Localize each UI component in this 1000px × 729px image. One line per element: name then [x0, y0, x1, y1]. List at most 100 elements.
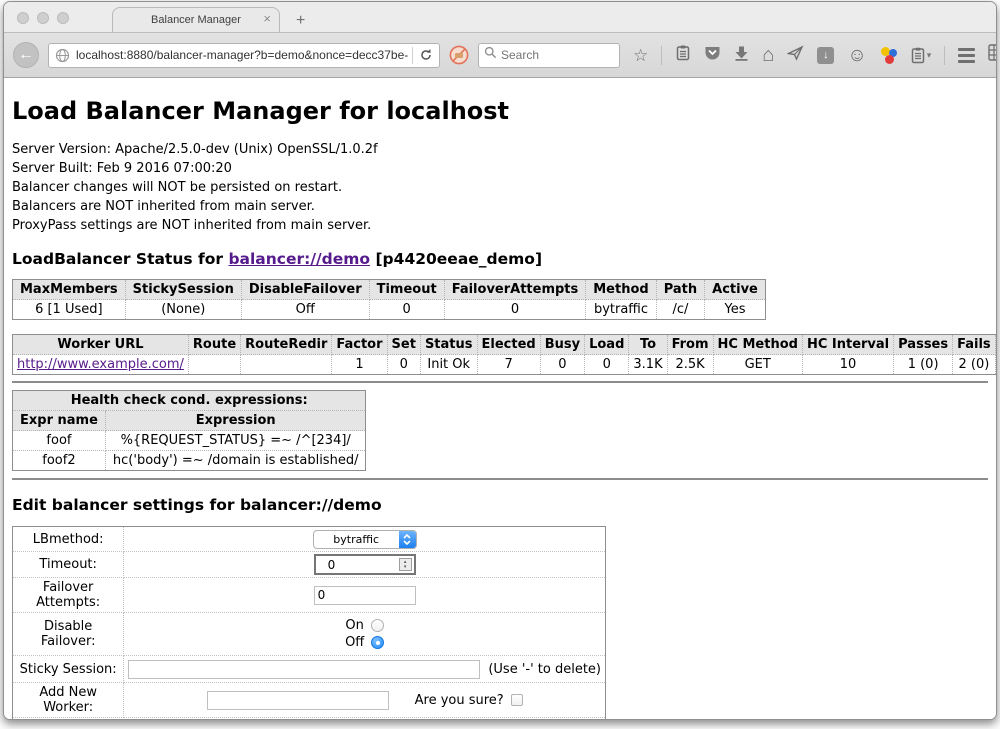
col-method: Method — [586, 280, 656, 300]
globe-icon — [53, 46, 71, 64]
val-routeredir — [241, 355, 332, 375]
sticky-session-label: Sticky Session: — [13, 656, 124, 683]
pocket-icon[interactable] — [704, 45, 721, 66]
minimize-window-button[interactable] — [37, 12, 49, 24]
navigation-toolbar: ← localhost:8880/balancer-manager?b=demo… — [4, 32, 996, 78]
chevron-down-icon[interactable]: ▾ — [927, 50, 932, 61]
url-bar[interactable]: localhost:8880/balancer-manager?b=demo&n… — [48, 43, 440, 68]
health-table-row-foof2: foof2 hc('body') =~ /domain is establish… — [13, 451, 366, 471]
section-divider-2 — [12, 478, 988, 480]
val-disablefailover: Off — [241, 300, 369, 320]
bookmarks-menu-icon[interactable] — [675, 44, 691, 66]
val-maxmembers: 6 [1 Used] — [13, 300, 126, 320]
failover-attempts-row: Failover Attempts: — [13, 578, 606, 613]
col-stickysession: StickySession — [125, 280, 241, 300]
val-to: 3.1K — [629, 355, 667, 375]
failover-attempts-input[interactable] — [314, 586, 416, 605]
col-timeout: Timeout — [369, 280, 444, 300]
col-failoverattempts: FailoverAttempts — [444, 280, 586, 300]
status-heading-prefix: LoadBalancer Status for — [12, 250, 228, 268]
toolbar-separator — [661, 46, 662, 65]
search-input[interactable] — [501, 48, 601, 62]
number-spinner-icon[interactable]: ▴▾ — [399, 558, 412, 571]
col-to: To — [629, 335, 667, 355]
col-set: Set — [387, 335, 420, 355]
lbmethod-row: LBmethod: bytraffic — [13, 527, 606, 552]
menu-icon[interactable] — [958, 48, 975, 63]
new-tab-button[interactable]: + — [290, 12, 311, 30]
hello-smiley-icon[interactable]: ☺ — [847, 47, 866, 64]
val-fails: 2 (0) — [953, 355, 996, 375]
tab-balancer-manager[interactable]: Balancer Manager × — [112, 7, 280, 32]
are-you-sure-checkbox[interactable] — [511, 694, 523, 706]
search-icon — [484, 46, 497, 64]
col-hc-interval: HC Interval — [802, 335, 893, 355]
content-blocked-icon[interactable] — [449, 45, 469, 65]
sticky-session-input[interactable] — [128, 660, 480, 679]
val-expr-name-2: foof2 — [13, 451, 106, 471]
page-title: Load Balancer Manager for localhost — [12, 78, 988, 125]
col-hc-method: HC Method — [713, 335, 802, 355]
edit-balancer-form: LBmethod: bytraffic Timeout: — [12, 526, 606, 719]
val-from: 2.5K — [667, 355, 713, 375]
download-panel-icon[interactable]: ↓ — [817, 47, 834, 64]
back-button[interactable]: ← — [13, 42, 39, 68]
val-route — [188, 355, 240, 375]
val-status: Init Ok — [420, 355, 477, 375]
add-worker-input[interactable] — [207, 691, 389, 710]
radio-on[interactable] — [371, 619, 384, 632]
col-elected: Elected — [477, 335, 540, 355]
col-expr-name: Expr name — [13, 411, 106, 431]
timeout-input[interactable] — [325, 556, 405, 573]
page-content: Load Balancer Manager for localhost Serv… — [4, 78, 996, 719]
submit-cell: Submit — [13, 718, 606, 720]
val-worker-url: http://www.example.com/ — [13, 355, 189, 375]
downloads-icon[interactable] — [734, 45, 749, 66]
col-fails: Fails — [953, 335, 996, 355]
col-factor: Factor — [332, 335, 387, 355]
health-check-table: Health check cond. expressions: Expr nam… — [12, 390, 366, 471]
lbmethod-cell: bytraffic — [124, 527, 606, 552]
submit-row: Submit — [13, 718, 606, 720]
disable-failover-label: Disable Failover: — [13, 613, 124, 656]
worker-table-header-row: Worker URL Route RouteRedir Factor Set S… — [13, 335, 997, 355]
sticky-session-row: Sticky Session: (Use '-' to delete) — [13, 656, 606, 683]
reader-list-icon[interactable]: ▾ — [911, 47, 932, 64]
radio-off-label: Off — [345, 635, 364, 650]
health-table-title: Health check cond. expressions: — [13, 391, 366, 411]
timeout-row: Timeout: ▴▾ — [13, 552, 606, 578]
select-arrows-icon — [399, 531, 416, 548]
window-controls — [17, 12, 69, 24]
worker-url-link[interactable]: http://www.example.com/ — [17, 357, 184, 372]
close-window-button[interactable] — [17, 12, 29, 24]
server-info: Server Version: Apache/2.5.0-dev (Unix) … — [12, 140, 988, 235]
col-hc-uri: HC uri — [995, 335, 996, 355]
col-load: Load — [585, 335, 629, 355]
val-timeout: 0 — [369, 300, 444, 320]
health-table-header-row: Expr name Expression — [13, 411, 366, 431]
home-icon[interactable]: ⌂ — [762, 47, 774, 64]
url-text[interactable]: localhost:8880/balancer-manager?b=demo&n… — [76, 48, 408, 62]
add-worker-label: Add New Worker: — [13, 683, 124, 718]
worker-status-table: Worker URL Route RouteRedir Factor Set S… — [12, 334, 996, 375]
reload-icon[interactable] — [417, 46, 435, 64]
addon-dots-icon[interactable] — [880, 46, 898, 64]
zoom-window-button[interactable] — [57, 12, 69, 24]
section-divider-1 — [12, 381, 988, 383]
search-bar[interactable] — [478, 43, 620, 68]
lbmethod-select[interactable]: bytraffic — [313, 530, 417, 549]
addon-grid-icon[interactable] — [988, 44, 997, 66]
browser-window: Balancer Manager × + ← localhost:8880/ba… — [3, 1, 997, 720]
tab-title: Balancer Manager — [151, 14, 241, 26]
val-expression-1: %{REQUEST_STATUS} =~ /^[234]/ — [105, 431, 366, 451]
radio-off[interactable] — [371, 636, 384, 649]
col-status: Status — [420, 335, 477, 355]
balancer-demo-link[interactable]: balancer://demo — [228, 250, 370, 268]
lbmethod-label: LBmethod: — [13, 527, 124, 552]
worker-table-row: http://www.example.com/ 1 0 Init Ok 7 0 … — [13, 355, 997, 375]
balancer-status-table: MaxMembers StickySession DisableFailover… — [12, 279, 766, 320]
tab-close-icon[interactable]: × — [263, 12, 271, 25]
failover-attempts-label: Failover Attempts: — [13, 578, 124, 613]
bookmark-star-icon[interactable]: ☆ — [633, 47, 648, 64]
send-tab-icon[interactable] — [787, 45, 804, 66]
